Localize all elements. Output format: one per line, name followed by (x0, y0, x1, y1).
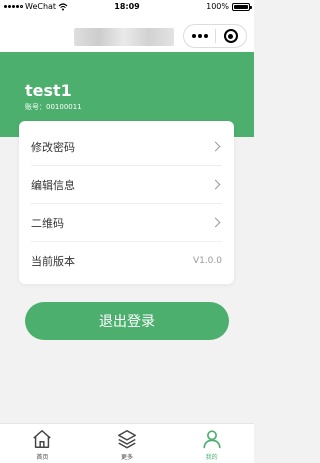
account-number: 账号：00100011 (25, 103, 82, 111)
menu-item-label: 修改密码 (31, 140, 75, 154)
close-button[interactable] (216, 25, 246, 47)
menu-item-change-password[interactable]: 修改密码 (31, 128, 222, 166)
home-icon (33, 430, 52, 448)
layers-icon (118, 430, 136, 449)
nav-bar (0, 16, 254, 52)
version-value: V1.0.0 (192, 256, 222, 266)
battery-percent: 100% (206, 2, 229, 11)
version-row: 当前版本 V1.0.0 (31, 242, 222, 280)
logout-button[interactable]: 退出登录 (25, 302, 229, 340)
tab-mine[interactable]: 我的 (169, 424, 254, 463)
version-label: 当前版本 (31, 255, 75, 268)
blurred-title (74, 28, 174, 46)
chevron-right-icon (210, 179, 221, 190)
close-target-icon (223, 29, 238, 43)
more-dot (191, 34, 196, 38)
chevron-right-icon (210, 217, 221, 228)
chevron-right-icon (210, 141, 221, 152)
tab-bar: 首页 更多 我的 (0, 423, 254, 463)
tab-label: 更多 (121, 454, 134, 461)
username: test1 (25, 81, 72, 100)
battery-group: 100% (206, 2, 252, 11)
tab-label: 我的 (205, 454, 218, 461)
tab-more[interactable]: 更多 (85, 424, 170, 463)
battery-icon (232, 2, 252, 11)
tab-home[interactable]: 首页 (0, 424, 85, 463)
menu-item-qrcode[interactable]: 二维码 (31, 204, 222, 242)
menu-item-label: 编辑信息 (31, 178, 75, 192)
status-bar: WeChat 18:09 100% (0, 0, 254, 16)
mini-program-capsule (183, 24, 247, 48)
user-icon (203, 430, 221, 449)
menu-card: 修改密码 编辑信息 二维码 当前版本 V1.0.0 (19, 121, 234, 284)
more-dot (197, 34, 202, 38)
menu-item-edit-info[interactable]: 编辑信息 (31, 166, 222, 204)
more-dot (203, 34, 208, 38)
tab-label: 首页 (36, 454, 49, 461)
more-button[interactable] (184, 25, 215, 47)
menu-item-label: 二维码 (31, 216, 64, 230)
